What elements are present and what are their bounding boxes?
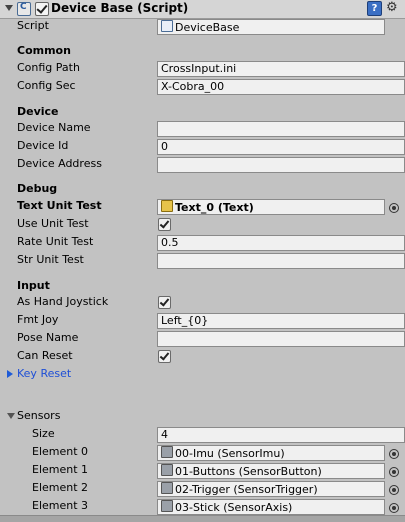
device-id-field[interactable]: 0 bbox=[157, 139, 405, 155]
element-2-label: Element 2 bbox=[32, 481, 89, 494]
as-hand-joystick-label: As Hand Joystick bbox=[17, 295, 109, 308]
component-enabled-checkbox[interactable] bbox=[35, 2, 49, 16]
device-name-label: Device Name bbox=[17, 121, 91, 134]
config-path-field[interactable]: CrossInput.ini bbox=[157, 61, 405, 77]
device-address-label: Device Address bbox=[17, 157, 102, 170]
component-icon bbox=[161, 446, 173, 458]
component-header: Device Base (Script) ? ⚙ bbox=[0, 0, 405, 19]
element-1-value: 01-Buttons (SensorButton) bbox=[175, 465, 322, 478]
sensors-label[interactable]: Sensors bbox=[17, 408, 60, 424]
device-id-label: Device Id bbox=[17, 139, 69, 152]
foldout-arrow-icon[interactable] bbox=[7, 370, 13, 378]
device-header: Device bbox=[17, 105, 59, 118]
key-reset-foldout[interactable]: Key Reset bbox=[17, 366, 71, 382]
config-path-label: Config Path bbox=[17, 61, 80, 74]
element-3-field[interactable]: 03-Stick (SensorAxis) bbox=[157, 499, 385, 515]
script-icon bbox=[17, 2, 31, 16]
common-header: Common bbox=[17, 44, 71, 57]
script-field[interactable]: DeviceBase bbox=[157, 19, 385, 35]
sensors-size-label: Size bbox=[32, 427, 55, 440]
pose-name-field[interactable] bbox=[157, 331, 405, 347]
can-reset-checkbox[interactable] bbox=[158, 350, 171, 363]
can-reset-label: Can Reset bbox=[17, 349, 73, 362]
element-3-label: Element 3 bbox=[32, 499, 89, 512]
object-picker-icon[interactable] bbox=[389, 467, 399, 477]
rate-unit-test-field[interactable]: 0.5 bbox=[157, 235, 405, 251]
device-address-field[interactable] bbox=[157, 157, 405, 173]
pose-name-label: Pose Name bbox=[17, 331, 79, 344]
element-2-value: 02-Trigger (SensorTrigger) bbox=[175, 483, 318, 496]
config-sec-field[interactable]: X-Cobra_00 bbox=[157, 79, 405, 95]
element-1-field[interactable]: 01-Buttons (SensorButton) bbox=[157, 463, 385, 479]
collapse-arrow-icon[interactable] bbox=[5, 5, 13, 11]
object-picker-icon[interactable] bbox=[389, 503, 399, 513]
debug-header: Debug bbox=[17, 182, 58, 195]
str-unit-test-label: Str Unit Test bbox=[17, 253, 84, 266]
component-title: Device Base (Script) bbox=[51, 1, 189, 15]
element-0-field[interactable]: 00-Imu (SensorImu) bbox=[157, 445, 385, 461]
element-2-field[interactable]: 02-Trigger (SensorTrigger) bbox=[157, 481, 385, 497]
use-unit-test-checkbox[interactable] bbox=[158, 218, 171, 231]
component-icon bbox=[161, 464, 173, 476]
help-icon[interactable]: ? bbox=[367, 1, 382, 16]
device-name-field[interactable] bbox=[157, 121, 405, 137]
element-0-value: 00-Imu (SensorImu) bbox=[175, 447, 285, 460]
use-unit-test-label: Use Unit Test bbox=[17, 217, 89, 230]
component-icon bbox=[161, 482, 173, 494]
rate-unit-test-label: Rate Unit Test bbox=[17, 235, 94, 248]
text-unit-test-label: Text Unit Test bbox=[17, 199, 102, 212]
element-0-label: Element 0 bbox=[32, 445, 89, 458]
element-3-value: 03-Stick (SensorAxis) bbox=[175, 501, 293, 514]
object-picker-icon[interactable] bbox=[389, 485, 399, 495]
object-picker-icon[interactable] bbox=[389, 449, 399, 459]
object-picker-icon[interactable] bbox=[389, 203, 399, 213]
as-hand-joystick-checkbox[interactable] bbox=[158, 296, 171, 309]
text-unit-test-value: Text_0 (Text) bbox=[175, 201, 254, 214]
script-file-icon bbox=[161, 20, 173, 32]
script-value: DeviceBase bbox=[175, 21, 240, 34]
fmt-joy-label: Fmt Joy bbox=[17, 313, 59, 326]
text-component-icon bbox=[161, 200, 173, 212]
fmt-joy-field[interactable]: Left_{0} bbox=[157, 313, 405, 329]
sensors-size-field[interactable]: 4 bbox=[157, 427, 405, 443]
sensors-foldout-icon[interactable] bbox=[7, 413, 15, 419]
config-sec-label: Config Sec bbox=[17, 79, 76, 92]
text-unit-test-field[interactable]: Text_0 (Text) bbox=[157, 199, 385, 215]
gear-icon[interactable]: ⚙ bbox=[386, 0, 398, 16]
component-icon bbox=[161, 500, 173, 512]
element-1-label: Element 1 bbox=[32, 463, 89, 476]
str-unit-test-field[interactable] bbox=[157, 253, 405, 269]
input-header: Input bbox=[17, 279, 50, 292]
script-label: Script bbox=[17, 19, 49, 32]
